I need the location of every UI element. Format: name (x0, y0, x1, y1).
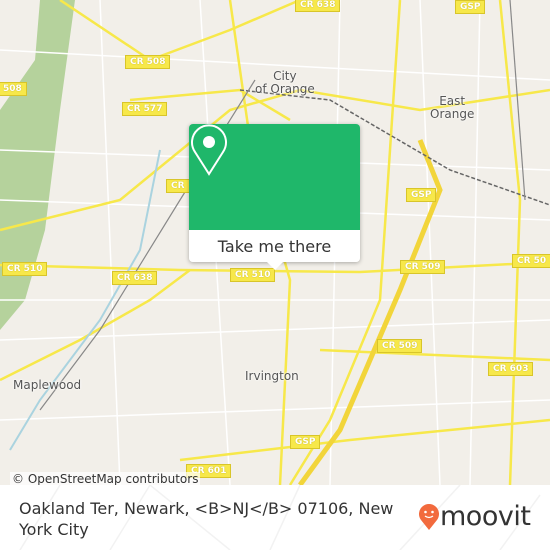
popup-header (189, 124, 360, 230)
place-irvington: Irvington (245, 369, 299, 383)
road-shield: CR 510 (230, 268, 276, 282)
map-pin-icon (191, 124, 227, 176)
road-shield: GSP (406, 188, 437, 202)
road-shield: GSP (455, 0, 486, 14)
address-text: Oakland Ter, Newark, <B>NJ</B> 07106, Ne… (19, 499, 394, 539)
road-shield: 508 (0, 82, 27, 96)
moovit-logo-text: moovit (440, 501, 531, 532)
road-shield: CR 508 (125, 55, 171, 69)
road-shield: CR (166, 179, 190, 193)
road-shield: CR 638 (112, 271, 158, 285)
road-shield: CR 509 (377, 339, 423, 353)
take-me-there-button[interactable]: Take me there (189, 230, 360, 262)
map-attribution[interactable]: © OpenStreetMap contributors (10, 472, 201, 485)
road-shield: GSP (290, 435, 321, 449)
road-shield: CR 50 (512, 254, 550, 268)
destination-popup: Take me there (189, 124, 360, 270)
road-shield: CR 509 (400, 260, 446, 274)
popup-pointer (266, 261, 284, 270)
road-shield: CR 638 (295, 0, 341, 12)
moovit-pin-icon (419, 504, 439, 530)
place-maplewood: Maplewood (13, 378, 82, 392)
place-east-orange: East Orange (430, 94, 475, 121)
road-shield: CR 603 (488, 362, 534, 376)
road-shield: CR 510 (2, 262, 48, 276)
moovit-logo[interactable]: moovit (418, 501, 531, 532)
map[interactable]: CR 638 GSP CR 508 508 CR 577 CR GSP CR 5… (0, 0, 550, 485)
road-shield: CR 577 (122, 102, 168, 116)
place-city-of-orange: City of Orange (255, 69, 315, 96)
